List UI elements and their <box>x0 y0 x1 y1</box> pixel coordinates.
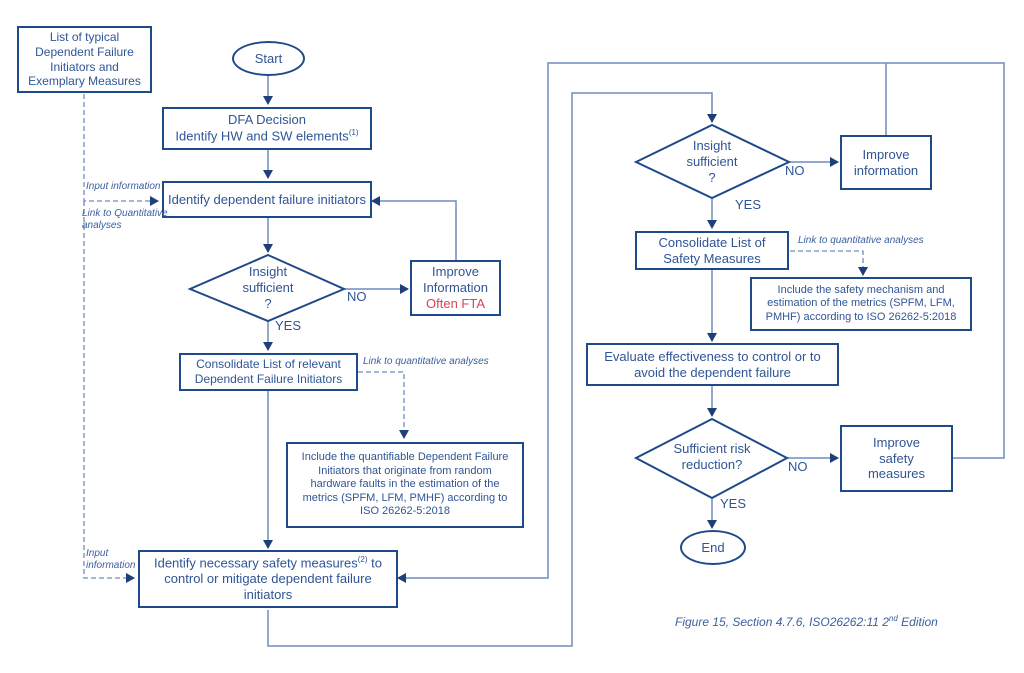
insight2-line2: sufficient <box>686 154 738 170</box>
edge-improve-identify <box>371 196 457 260</box>
dfa-decision-title: DFA Decision <box>227 112 307 128</box>
link-quant-note-left: Link to Quantitative analyses <box>82 208 202 232</box>
dfa-decision-subtitle-text: Identify HW and SW elements <box>175 128 349 144</box>
edge-consolidate-include <box>358 371 409 439</box>
consolidate-initiators-text: Consolidate List of relevant Dependent F… <box>194 357 343 386</box>
input-information-note: Input information <box>86 181 161 192</box>
typical-initiators-list: List of typical Dependent Failure Initia… <box>17 26 152 93</box>
risk-yes-label: YES <box>720 496 747 511</box>
link-quant-note-1: Link to quantitative analyses <box>363 356 489 367</box>
consolidate-initiators-box: Consolidate List of relevant Dependent F… <box>179 353 358 391</box>
footnote-2: (2) <box>357 555 368 565</box>
start-label: Start <box>254 50 283 66</box>
improve-info2-text: Improve information <box>853 146 919 178</box>
insight1-yes-label: YES <box>275 318 302 333</box>
insight2-line3: ? <box>708 169 716 185</box>
include-quantifiable-text: Include the quantifiable Dependent Failu… <box>301 451 509 518</box>
identify-safety-measures-box: Identify necessary safety measures(2) to… <box>138 550 398 608</box>
input-note-line2: information <box>86 560 136 571</box>
dfa-decision-box: DFA Decision Identify HW and SW elements… <box>162 107 372 150</box>
risk-line2: reduction? <box>681 457 743 472</box>
improve-safety-text: Improve safety measures <box>867 434 926 482</box>
identify-initiators-text: Identify dependent failure initiators <box>167 191 366 207</box>
typical-initiators-list-text: List of typical Dependent Failure Initia… <box>28 30 141 89</box>
often-fta-highlight: Often FTA <box>426 295 485 311</box>
improve-info1-line2: Information <box>422 280 489 296</box>
start-node: Start <box>232 41 305 76</box>
end-node: End <box>680 530 746 565</box>
insight2-line1: Insight <box>692 138 732 154</box>
identify-measures-pre: Identify necessary safety measures <box>153 555 358 571</box>
insight1-line3: ? <box>264 295 272 311</box>
dfa-decision-subtitle: Identify HW and SW elements(1) <box>175 128 358 144</box>
insight1-line2: sufficient <box>242 280 294 296</box>
improve-info1-line1: Improve <box>432 264 479 280</box>
input-information-note-2: Input information <box>86 548 135 572</box>
risk-reduction-diamond: Sufficient risk reduction? <box>660 433 764 481</box>
caption-sup: nd <box>888 614 898 623</box>
caption-text: Figure 15, Section 4.7.6, ISO26262:11 2 <box>675 615 889 629</box>
identify-safety-measures-text: Identify necessary safety measures(2) to… <box>150 555 386 603</box>
consolidate-measures-text: Consolidate List of Safety Measures <box>658 234 766 266</box>
insight2-yes-label: YES <box>735 197 762 212</box>
insight2-no-label: NO <box>785 163 805 178</box>
end-label: End <box>701 539 725 555</box>
figure-caption: Figure 15, Section 4.7.6, ISO26262:11 2n… <box>675 614 938 629</box>
insight1-diamond: Insight sufficient ? <box>215 258 321 318</box>
link-quant-left-text: Link to Quantitative analyses <box>82 208 168 231</box>
include-quantifiable-box: Include the quantifiable Dependent Failu… <box>286 442 524 528</box>
risk-line1: Sufficient risk <box>673 441 751 457</box>
improve-information-box: Improve information <box>840 135 932 190</box>
caption-tail: Edition <box>897 615 938 629</box>
improve-safety-measures-box: Improve safety measures <box>840 425 953 492</box>
footnote-1: (1) <box>348 128 359 138</box>
consolidate-safety-measures-box: Consolidate List of Safety Measures <box>635 231 789 270</box>
include-mechanism-box: Include the safety mechanism and estimat… <box>750 277 972 331</box>
input-note-line1: Input <box>86 548 109 559</box>
evaluate-effectiveness-box: Evaluate effectiveness to control or to … <box>586 343 839 386</box>
edge-list-input-measures <box>83 201 135 583</box>
insight1-line1: Insight <box>248 264 288 280</box>
risk-no-label: NO <box>788 459 808 474</box>
evaluate-text: Evaluate effectiveness to control or to … <box>604 348 821 380</box>
include-mechanism-text: Include the safety mechanism and estimat… <box>765 283 957 323</box>
link-quant-note-2: Link to quantitative analyses <box>798 235 924 246</box>
edge-measures-include <box>790 250 868 276</box>
improve-information-fta-box: Improve Information Often FTA <box>410 260 501 316</box>
insight1-no-label: NO <box>347 289 367 304</box>
insight2-diamond: Insight sufficient ? <box>660 132 764 192</box>
